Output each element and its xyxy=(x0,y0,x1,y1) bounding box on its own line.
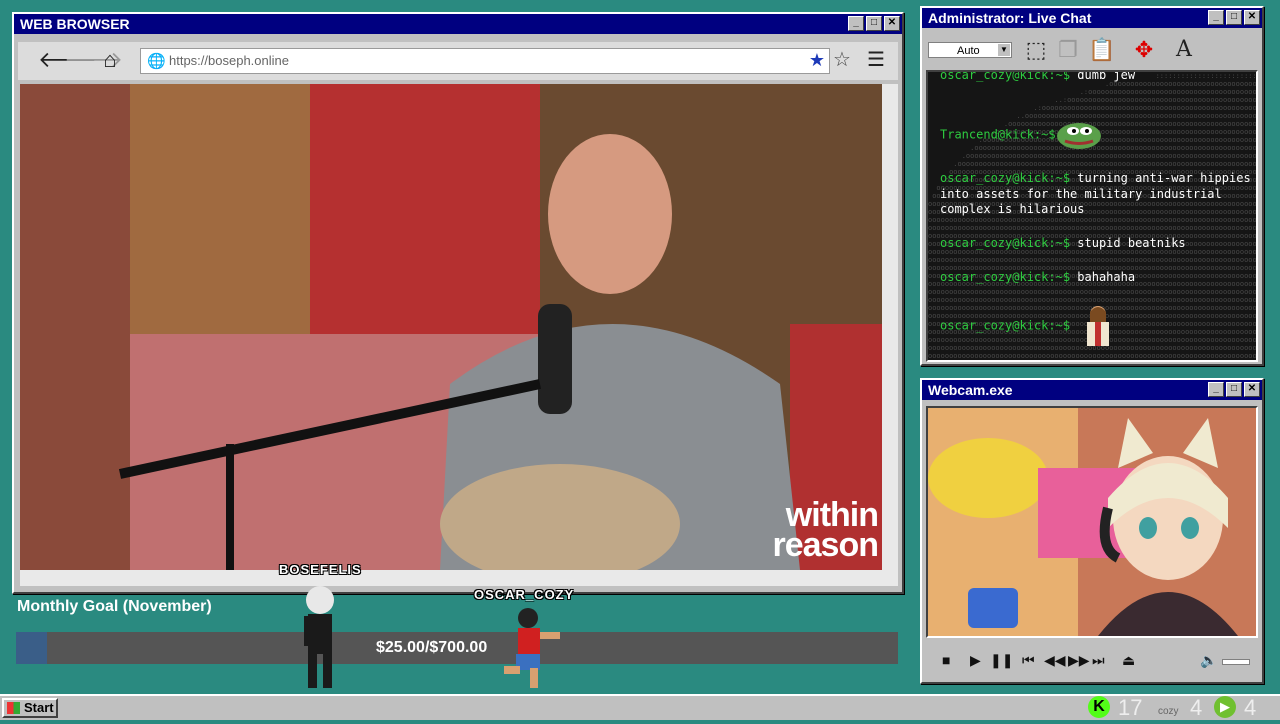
watermark-line-2: reason xyxy=(772,526,879,564)
chat-text: stupid beatniks xyxy=(1077,236,1186,250)
minimize-button[interactable]: _ xyxy=(1208,382,1224,397)
bosefelis-sprite xyxy=(304,586,334,688)
jesus-emote-icon xyxy=(1087,306,1110,346)
minimize-button[interactable]: _ xyxy=(848,16,864,31)
chat-message: oscar_cozy@kick:~$ xyxy=(940,304,1252,348)
chat-message: oscar_cozy@kick:~$ stupid beatniks xyxy=(940,236,1252,252)
play-icon[interactable]: ▶ xyxy=(970,652,981,669)
back-arrow-icon[interactable]: 🡐 xyxy=(38,48,97,72)
skip-forward-icon[interactable]: ⏭ xyxy=(1092,652,1105,669)
vtuber-avatar xyxy=(928,408,1256,636)
taskbar: Start K 17 cozy 4 ▶ 4 xyxy=(0,694,1280,720)
pause-icon[interactable]: ❚❚ xyxy=(990,652,1013,669)
bookmark-star-filled-icon[interactable]: ★ xyxy=(809,50,825,71)
media-controls: ■ ▶ ❚❚ ⏮ ◀◀ ▶▶ ⏭ ⏏ 🔈 xyxy=(926,644,1258,678)
rumble-play-icon: ▶ xyxy=(1214,696,1236,718)
globe-icon: 🌐 xyxy=(147,53,166,70)
skip-back-icon[interactable]: ⏮ xyxy=(1022,652,1035,669)
chat-titlebar[interactable]: Administrator: Live Chat _ □ ✕ xyxy=(922,8,1262,28)
chat-text: bahahaha xyxy=(1077,270,1136,284)
video-viewport[interactable]: within reason xyxy=(20,84,882,570)
menu-hamburger-icon[interactable]: ☰ xyxy=(864,48,888,72)
chat-message: Trancend@kick:~$ xyxy=(940,120,1252,150)
chat-message: oscar_cozy@kick:~$ turning anti-war hipp… xyxy=(940,171,1252,218)
chat-username: oscar_cozy@kick:~$ xyxy=(940,318,1071,333)
webcam-view xyxy=(926,406,1258,638)
webcam-titlebar[interactable]: Webcam.exe _ □ ✕ xyxy=(922,380,1262,400)
tray-count-3: 4 xyxy=(1244,695,1257,720)
close-button[interactable]: ✕ xyxy=(884,16,900,31)
horizontal-scrollbar[interactable] xyxy=(20,570,898,586)
browser-window: WEB BROWSER _ □ ✕ 🡐 🡒 ⌂ 🌐 https://boseph… xyxy=(12,12,904,594)
move-icon[interactable]: ✥ xyxy=(1130,36,1158,64)
kick-viewer-count: 17 xyxy=(1118,695,1143,720)
chevron-down-icon: ▼ xyxy=(998,44,1010,56)
eject-icon[interactable]: ⏏ xyxy=(1122,652,1135,669)
maximize-button[interactable]: □ xyxy=(1226,382,1242,397)
favorite-star-icon[interactable]: ☆ xyxy=(830,48,854,72)
zoom-select[interactable]: Auto ▼ xyxy=(928,42,1012,58)
goal-progress-bar: $25.00/$700.00 xyxy=(16,632,898,664)
video-frame xyxy=(20,84,882,570)
chat-username: oscar_cozy@kick:~$ xyxy=(940,236,1071,250)
address-bar[interactable]: 🌐 https://boseph.online ★ xyxy=(140,48,830,74)
volume-slider[interactable] xyxy=(1222,659,1250,665)
maximize-button[interactable]: □ xyxy=(866,16,882,31)
fast-forward-icon[interactable]: ▶▶ xyxy=(1068,652,1090,669)
webcam-title: Webcam.exe xyxy=(928,382,1013,398)
goal-amount: $25.00/$700.00 xyxy=(376,639,488,656)
goal-progress-fill xyxy=(16,632,48,664)
kick-logo-icon: K xyxy=(1088,696,1110,718)
browser-titlebar[interactable]: WEB BROWSER _ □ ✕ xyxy=(14,14,902,34)
oscar-cozy-sprite xyxy=(504,608,560,688)
windows-logo-icon xyxy=(7,702,20,714)
browser-title: WEB BROWSER xyxy=(20,16,130,32)
chat-username: oscar_cozy@kick:~$ xyxy=(940,270,1071,284)
chat-username: Trancend@kick:~$ xyxy=(940,127,1056,142)
close-button[interactable]: ✕ xyxy=(1244,10,1260,25)
volume-icon[interactable]: 🔈 xyxy=(1200,652,1217,669)
stop-icon[interactable]: ■ xyxy=(942,652,950,668)
chat-text: dumb jew xyxy=(1077,70,1136,82)
vertical-scrollbar[interactable] xyxy=(882,84,898,570)
chat-username: oscar_cozy@kick:~$ xyxy=(940,171,1071,185)
live-chat-window: Administrator: Live Chat _ □ ✕ Auto ▼ ⬚ … xyxy=(920,6,1264,366)
maximize-button[interactable]: □ xyxy=(1226,10,1242,25)
paste-icon[interactable]: 📋 xyxy=(1088,36,1116,64)
start-label: Start xyxy=(24,700,54,715)
select-rectangle-icon[interactable]: ⬚ xyxy=(1022,36,1050,64)
sprite-name-right: OSCAR_COZY xyxy=(474,587,575,602)
minimize-button[interactable]: _ xyxy=(1208,10,1224,25)
chat-username: oscar_cozy@kick:~$ xyxy=(940,70,1071,82)
close-button[interactable]: ✕ xyxy=(1244,382,1260,397)
tray-count-2: 4 xyxy=(1190,695,1203,720)
goal-title: Monthly Goal (November) xyxy=(17,598,212,615)
webcam-window: Webcam.exe _ □ ✕ ■ ▶ ❚❚ ⏮ ◀◀ ▶▶ ⏭ ⏏ 🔈 xyxy=(920,378,1264,684)
copy-icon[interactable]: ❐ xyxy=(1054,36,1082,64)
forward-arrow-icon[interactable]: 🡒 xyxy=(64,48,123,72)
chat-message: oscar_cozy@kick:~$ bahahaha xyxy=(940,270,1252,286)
chat-toolbar: Auto ▼ ⬚ ❐ 📋 ✥ A xyxy=(926,34,1260,66)
start-button[interactable]: Start xyxy=(2,698,58,718)
url-text: https://boseph.online xyxy=(169,53,289,68)
rewind-icon[interactable]: ◀◀ xyxy=(1044,652,1066,669)
chat-title: Administrator: Live Chat xyxy=(928,10,1092,26)
sprite-name-left: BOSEFELIS xyxy=(279,562,362,577)
chat-message: oscar_cozy@kick:~$ dumb jew xyxy=(940,70,1252,84)
zoom-select-value: Auto xyxy=(957,45,980,57)
font-icon[interactable]: A xyxy=(1170,36,1198,64)
video-watermark: within reason xyxy=(772,498,879,564)
pepe-emote-icon xyxy=(1056,123,1101,149)
browser-navbar: 🡐 🡒 ⌂ 🌐 https://boseph.online ★ ☆ ☰ xyxy=(18,42,898,80)
home-icon[interactable]: ⌂ xyxy=(98,48,122,72)
chat-log[interactable]: :::::::::::::::::::::::::: .oooooooooooo… xyxy=(926,70,1258,362)
tray-label: cozy xyxy=(1158,706,1179,717)
